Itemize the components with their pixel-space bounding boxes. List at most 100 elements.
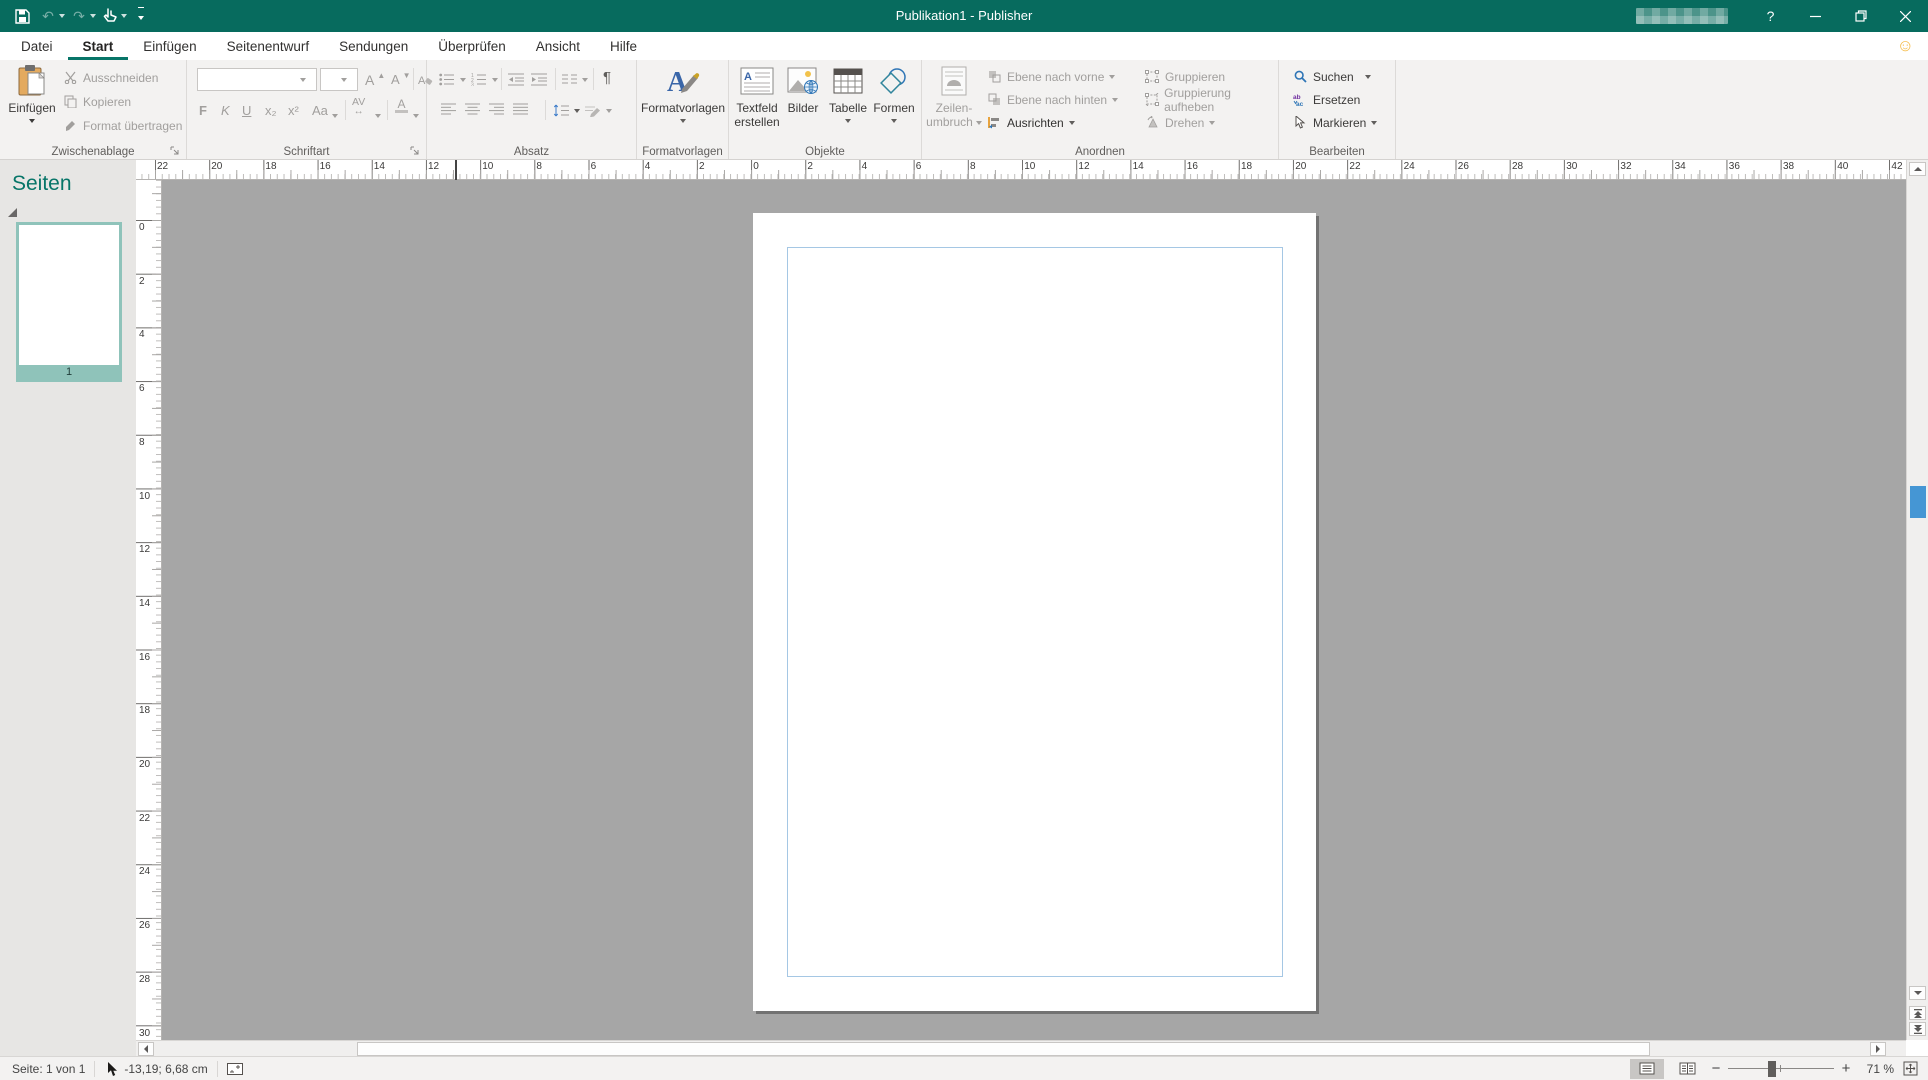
horizontal-scrollbar-thumb[interactable] — [357, 1042, 1650, 1056]
touch-mouse-mode-icon[interactable] — [98, 3, 122, 29]
tab-sendungen[interactable]: Sendungen — [324, 32, 423, 60]
page-thumbnail-preview — [19, 225, 119, 365]
close-button[interactable] — [1883, 0, 1928, 32]
font-size-input — [321, 69, 341, 90]
dialog-launcher-zwischenablage-icon[interactable] — [170, 144, 182, 156]
draw-textbox-button[interactable]: A Textfeld erstellen — [733, 63, 781, 130]
publication-page[interactable] — [753, 213, 1316, 1011]
columns-button — [562, 69, 588, 90]
align-right-icon — [489, 103, 504, 118]
page-status[interactable]: Seite: 1 von 1 — [12, 1062, 85, 1076]
paste-button[interactable]: Einfügen — [6, 63, 58, 123]
restore-button[interactable] — [1838, 0, 1883, 32]
object-size-icon[interactable] — [227, 1061, 243, 1077]
select-button[interactable]: Markieren — [1292, 112, 1377, 133]
horizontal-ruler[interactable]: 2220181614121086420246810121416182022242… — [136, 160, 1906, 180]
table-icon — [833, 63, 863, 99]
h-ruler-label: 20 — [211, 161, 222, 172]
page-thumbnail-1[interactable]: 1 — [16, 222, 122, 382]
group-label-objekte: Objekte — [729, 146, 921, 158]
next-page-icon[interactable] — [1909, 1022, 1926, 1036]
h-ruler-label: 10 — [1024, 161, 1035, 172]
customize-qat-icon[interactable] — [129, 3, 153, 29]
svg-text:3: 3 — [471, 83, 474, 87]
previous-page-icon[interactable] — [1909, 1006, 1926, 1020]
underline-button: U — [242, 98, 251, 120]
save-icon[interactable] — [10, 3, 34, 29]
bullets-dropdown-icon — [460, 78, 466, 82]
svg-text:ac: ac — [1296, 101, 1304, 106]
styles-dropdown-icon[interactable] — [680, 119, 686, 123]
tab-datei[interactable]: Datei — [6, 32, 68, 60]
tab-ueberpruefen[interactable]: Überprüfen — [423, 32, 521, 60]
zoom-out-icon[interactable]: − — [1710, 1060, 1722, 1077]
table-dropdown-icon[interactable] — [845, 119, 851, 123]
v-ruler-label: 0 — [139, 222, 145, 233]
minimize-button[interactable] — [1793, 0, 1838, 32]
zoom-level[interactable]: 71 % — [1858, 1062, 1894, 1076]
line-spacing-button — [553, 100, 580, 121]
vertical-scrollbar[interactable] — [1906, 160, 1928, 1040]
h-ruler-label: 4 — [645, 161, 651, 172]
user-account-redacted[interactable] — [1636, 8, 1728, 24]
tab-seitenentwurf[interactable]: Seitenentwurf — [212, 32, 325, 60]
pictures-button[interactable]: Bilder — [781, 63, 825, 116]
font-size-combobox — [320, 68, 358, 91]
h-ruler-label: 14 — [374, 161, 385, 172]
two-page-spread-view-button[interactable] — [1670, 1059, 1704, 1079]
collapse-pages-panel-icon[interactable] — [8, 208, 17, 217]
scroll-up-icon[interactable] — [1909, 162, 1926, 176]
dialog-launcher-schriftart-icon[interactable] — [410, 144, 422, 156]
h-ruler-label: 40 — [1837, 161, 1848, 172]
zoom-slider[interactable] — [1728, 1059, 1834, 1079]
copy-icon — [62, 94, 78, 110]
help-button[interactable]: ? — [1748, 0, 1793, 32]
group-label-schriftart: Schriftart — [187, 146, 426, 158]
scroll-down-icon[interactable] — [1909, 986, 1926, 1000]
paste-dropdown-icon[interactable] — [29, 119, 35, 123]
align-dropdown-icon[interactable] — [1069, 121, 1075, 125]
numbering-button: 123 — [471, 69, 498, 90]
shrink-font-button: A▼ — [391, 69, 411, 90]
paragraph-fill-dropdown-icon — [606, 109, 612, 113]
tab-ansicht[interactable]: Ansicht — [521, 32, 595, 60]
margin-guides — [787, 247, 1283, 977]
single-page-view-button[interactable] — [1630, 1059, 1664, 1079]
v-ruler-label: 22 — [139, 813, 150, 824]
tab-hilfe[interactable]: Hilfe — [595, 32, 652, 60]
zoom-slider-handle[interactable] — [1768, 1061, 1776, 1077]
v-ruler-label: 12 — [139, 544, 150, 555]
fit-page-to-window-icon[interactable] — [1900, 1061, 1920, 1077]
select-dropdown-icon[interactable] — [1371, 121, 1377, 125]
table-button[interactable]: Tabelle — [825, 63, 871, 123]
superscript-button: x² — [288, 98, 299, 120]
tab-start[interactable]: Start — [68, 32, 129, 60]
group-label-bearbeiten: Bearbeiten — [1279, 146, 1395, 158]
styles-button[interactable]: A Formatvorlagen — [643, 63, 723, 123]
zoom-in-icon[interactable]: + — [1840, 1060, 1852, 1077]
scroll-right-icon[interactable] — [1870, 1042, 1886, 1056]
scroll-left-icon[interactable] — [138, 1042, 154, 1056]
find-dropdown-icon[interactable] — [1365, 75, 1371, 79]
align-button[interactable]: Ausrichten — [986, 112, 1075, 133]
shapes-dropdown-icon[interactable] — [891, 119, 897, 123]
font-color-dropdown-icon — [413, 98, 419, 120]
find-button[interactable]: Suchen — [1292, 66, 1371, 87]
vertical-ruler[interactable]: 024681012141618202224262830 — [136, 180, 162, 1040]
feedback-smiley-icon[interactable]: ☺ — [1897, 36, 1914, 56]
tab-einfuegen[interactable]: Einfügen — [128, 32, 211, 60]
touch-mode-dropdown-icon[interactable] — [121, 12, 127, 21]
font-name-combobox — [197, 68, 317, 91]
workspace[interactable] — [162, 180, 1906, 1040]
h-ruler-label: 42 — [1891, 161, 1902, 172]
subscript-button: x₂ — [265, 98, 277, 120]
character-spacing-dropdown-icon — [375, 98, 381, 120]
shapes-button[interactable]: Formen — [871, 63, 917, 123]
replace-button[interactable]: abac Ersetzen — [1292, 89, 1360, 110]
horizontal-scrollbar[interactable] — [136, 1040, 1906, 1056]
bring-forward-dropdown-icon — [1109, 75, 1115, 79]
group-label-formatvorlagen: Formatvorlagen — [637, 146, 728, 158]
show-paragraph-marks-button[interactable]: ¶ — [603, 67, 611, 88]
vertical-scrollbar-thumb[interactable] — [1910, 486, 1926, 518]
bring-forward-icon — [986, 69, 1002, 85]
